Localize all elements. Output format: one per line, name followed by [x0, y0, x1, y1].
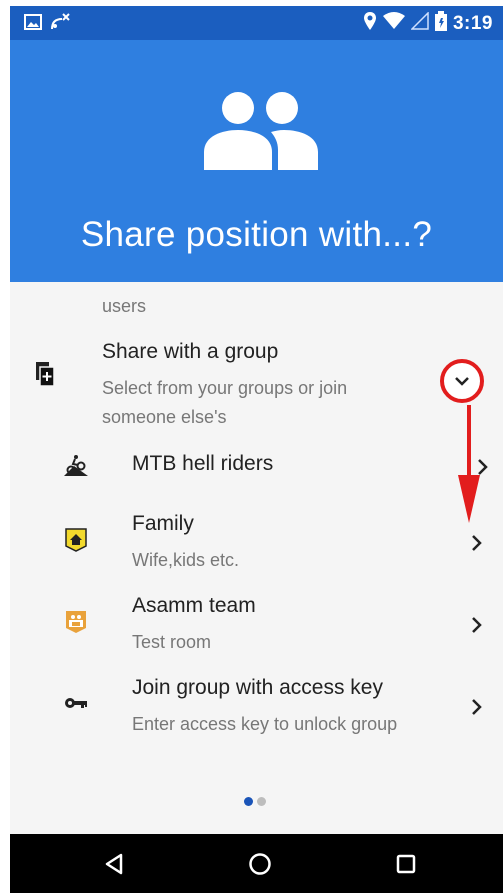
recents-icon: [396, 854, 416, 874]
page-title: Share position with...?: [80, 215, 433, 254]
share-options-list: users Share with a group Select from you…: [10, 282, 503, 834]
phone-screen: 3:19 Share position with...? users Share…: [0, 0, 503, 893]
clock: 3:19: [452, 12, 493, 34]
join-group-with-key-item[interactable]: Join group with access key Enter access …: [10, 672, 503, 742]
status-bar: 3:19: [10, 6, 503, 40]
chevron-right-icon: [478, 459, 488, 475]
team-badge-icon: [66, 611, 86, 633]
share-with-group-title[interactable]: Share with a group: [102, 340, 278, 364]
previous-item-subtitle: users: [102, 296, 147, 316]
signal-icon: [410, 11, 429, 35]
group-subtitle: Wife,kids etc.: [132, 550, 240, 570]
image-icon: [24, 14, 42, 35]
annotation-circle: [440, 359, 484, 403]
page-dot[interactable]: [257, 797, 266, 806]
group-title: Family: [132, 512, 194, 535]
home-icon: [249, 853, 271, 875]
chevron-right-icon: [472, 535, 482, 551]
group-subtitle: Test room: [132, 632, 212, 652]
home-badge-icon: [65, 528, 87, 552]
group-title: Asamm team: [132, 594, 256, 617]
page-indicator: [244, 797, 266, 806]
navigation-bar: [10, 834, 503, 893]
group-item-mtb-hell-riders[interactable]: MTB hell riders: [10, 450, 503, 490]
page-dot-active[interactable]: [244, 797, 253, 806]
group-item-asamm-team[interactable]: Asamm team Test room: [10, 590, 503, 660]
satellite-off-icon: [50, 13, 70, 36]
chevron-right-icon: [472, 617, 482, 633]
group-icon: [204, 92, 318, 170]
group-subtitle: Enter access key to unlock group: [132, 714, 398, 734]
header: Share position with...?: [10, 40, 503, 282]
location-icon: [363, 11, 377, 36]
wifi-icon: [382, 12, 405, 35]
home-button[interactable]: [246, 850, 274, 878]
back-button[interactable]: [100, 850, 128, 878]
share-with-group-subtitle: Select from your groups or join someone …: [102, 378, 348, 427]
group-title: Join group with access key: [132, 676, 383, 699]
key-icon: [65, 698, 87, 708]
battery-icon: [434, 11, 447, 36]
mountain-bike-icon: [64, 455, 88, 476]
group-item-family[interactable]: Family Wife,kids etc.: [10, 508, 503, 578]
recents-button[interactable]: [392, 850, 420, 878]
back-icon: [105, 853, 123, 875]
group-title: MTB hell riders: [132, 452, 274, 475]
add-document-icon: [36, 362, 54, 386]
chevron-right-icon: [472, 699, 482, 715]
